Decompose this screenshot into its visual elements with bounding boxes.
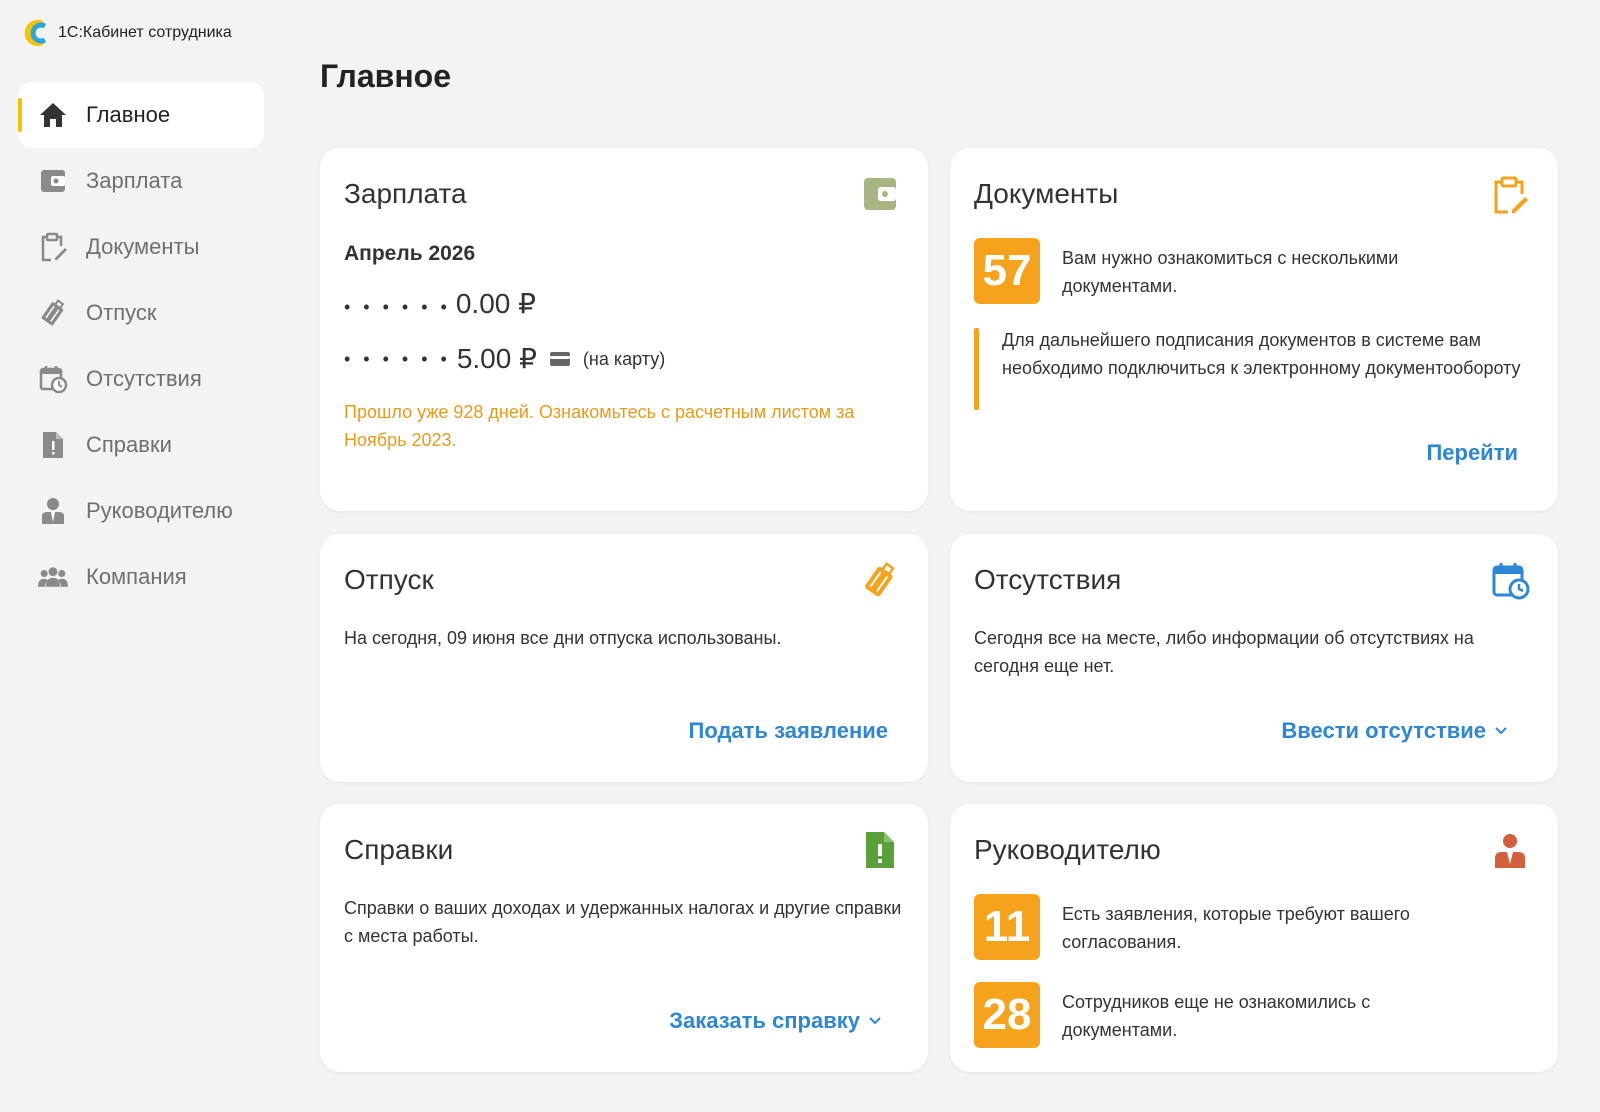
- salary-period: Апрель 2026: [344, 242, 476, 265]
- go-link[interactable]: Перейти: [1426, 440, 1518, 466]
- unread-employees-text: Сотрудников еще не ознакомились с докуме…: [1062, 992, 1371, 1040]
- document-alert-icon: [866, 832, 894, 868]
- documents-count-text: Вам нужно ознакомиться с несколькими док…: [1062, 248, 1399, 296]
- documents-count-badge: 57: [974, 238, 1040, 304]
- salary-note: (на карту): [582, 349, 666, 369]
- sidebar-item-salary[interactable]: Зарплата: [18, 148, 264, 214]
- unread-employees-badge: 28: [974, 982, 1040, 1048]
- sidebar-item-label: Зарплата: [86, 168, 183, 193]
- salary-amount: 5.00 ₽: [456, 343, 537, 374]
- absences-card[interactable]: Отсутствия Сегодня все на месте, либо ин…: [950, 534, 1558, 782]
- link-label: Ввести отсутствие: [1281, 718, 1486, 743]
- sidebar-item-label: Документы: [86, 234, 200, 259]
- salary-line-1: • • • • • • 0.00 ₽: [344, 286, 536, 325]
- notice-bar: [974, 328, 979, 410]
- brand[interactable]: 1С:Кабинет сотрудника: [24, 18, 232, 48]
- link-label: Заказать справку: [669, 1008, 860, 1033]
- absences-text: Сегодня все на месте, либо информации об…: [974, 628, 1474, 676]
- sidebar-item-manager[interactable]: Руководителю: [18, 478, 264, 544]
- card-title: Зарплата: [344, 178, 467, 209]
- calendar-clock-icon: [38, 364, 68, 394]
- people-icon: [38, 562, 68, 592]
- vacation-card[interactable]: Отпуск На сегодня, 09 июня все дни отпус…: [320, 534, 928, 782]
- salary-warning[interactable]: Прошло уже 928 дней. Ознакомьтесь с расч…: [344, 398, 904, 454]
- sidebar-item-label: Справки: [86, 432, 172, 457]
- clipboard-edit-icon: [38, 232, 68, 262]
- salary-line-2: • • • • • • 5.00 ₽ (на карту): [344, 341, 665, 377]
- sidebar: 1С:Кабинет сотрудника Главное Зарплата Д…: [0, 0, 290, 1112]
- sidebar-item-company[interactable]: Компания: [18, 544, 264, 610]
- sidebar-item-label: Отсутствия: [86, 366, 202, 391]
- sidebar-item-main[interactable]: Главное: [18, 82, 264, 148]
- sidebar-item-documents[interactable]: Документы: [18, 214, 264, 280]
- pending-requests-text: Есть заявления, которые требуют вашего с…: [1062, 904, 1410, 952]
- wallet-icon: [864, 178, 896, 210]
- card-icon: [549, 352, 570, 366]
- vacation-text: На сегодня, 09 июня все дни отпуска испо…: [344, 628, 782, 648]
- sidebar-item-certificates[interactable]: Справки: [18, 412, 264, 478]
- order-certificate-link[interactable]: Заказать справку: [669, 1008, 882, 1034]
- main-nav: Главное Зарплата Документы Отпуск Отсутс…: [18, 82, 264, 610]
- manager-icon: [1495, 834, 1525, 868]
- pending-requests-badge: 11: [974, 894, 1040, 960]
- sidebar-item-label: Руководителю: [86, 498, 233, 523]
- sidebar-item-label: Отпуск: [86, 300, 157, 325]
- certificates-card[interactable]: Справки Справки о ваших доходах и удержа…: [320, 804, 928, 1072]
- luggage-icon: [865, 562, 895, 597]
- home-icon: [38, 100, 68, 130]
- clipboard-edit-icon: [1494, 176, 1528, 214]
- logo-icon: [24, 20, 47, 46]
- card-title: Отпуск: [344, 564, 434, 595]
- calendar-clock-icon: [1492, 563, 1530, 600]
- wallet-icon: [38, 166, 68, 196]
- sidebar-item-vacation[interactable]: Отпуск: [18, 280, 264, 346]
- sidebar-item-label: Компания: [86, 564, 187, 589]
- salary-amount: 0.00 ₽: [455, 288, 536, 319]
- manager-icon: [38, 496, 68, 526]
- documents-notice: Для дальнейшего подписания документов в …: [1002, 330, 1521, 378]
- masked-digits: • • • • • •: [344, 297, 451, 317]
- chevron-down-icon: [869, 1017, 881, 1025]
- card-title: Отсутствия: [974, 564, 1122, 595]
- enter-absence-link[interactable]: Ввести отсутствие: [1281, 718, 1508, 744]
- sidebar-item-label: Главное: [86, 102, 171, 127]
- chevron-down-icon: [1495, 727, 1507, 735]
- app-title: 1С:Кабинет сотрудника: [58, 24, 232, 41]
- masked-digits: • • • • • •: [344, 349, 451, 369]
- document-alert-icon: [38, 430, 68, 460]
- luggage-icon: [38, 298, 68, 328]
- submit-request-link[interactable]: Подать заявление: [689, 718, 889, 744]
- certificates-text: Справки о ваших доходах и удержанных нал…: [344, 898, 902, 946]
- salary-card[interactable]: Зарплата Апрель 2026 • • • • • • 0.00 ₽ …: [320, 148, 928, 511]
- documents-card[interactable]: Документы 57 Вам нужно ознакомиться с не…: [950, 148, 1558, 511]
- page-title: Главное: [320, 58, 452, 94]
- card-title: Документы: [974, 178, 1119, 209]
- card-title: Руководителю: [974, 834, 1161, 865]
- sidebar-item-absences[interactable]: Отсутствия: [18, 346, 264, 412]
- card-title: Справки: [344, 834, 454, 865]
- manager-card[interactable]: Руководителю 11 Есть заявления, которые …: [950, 804, 1558, 1072]
